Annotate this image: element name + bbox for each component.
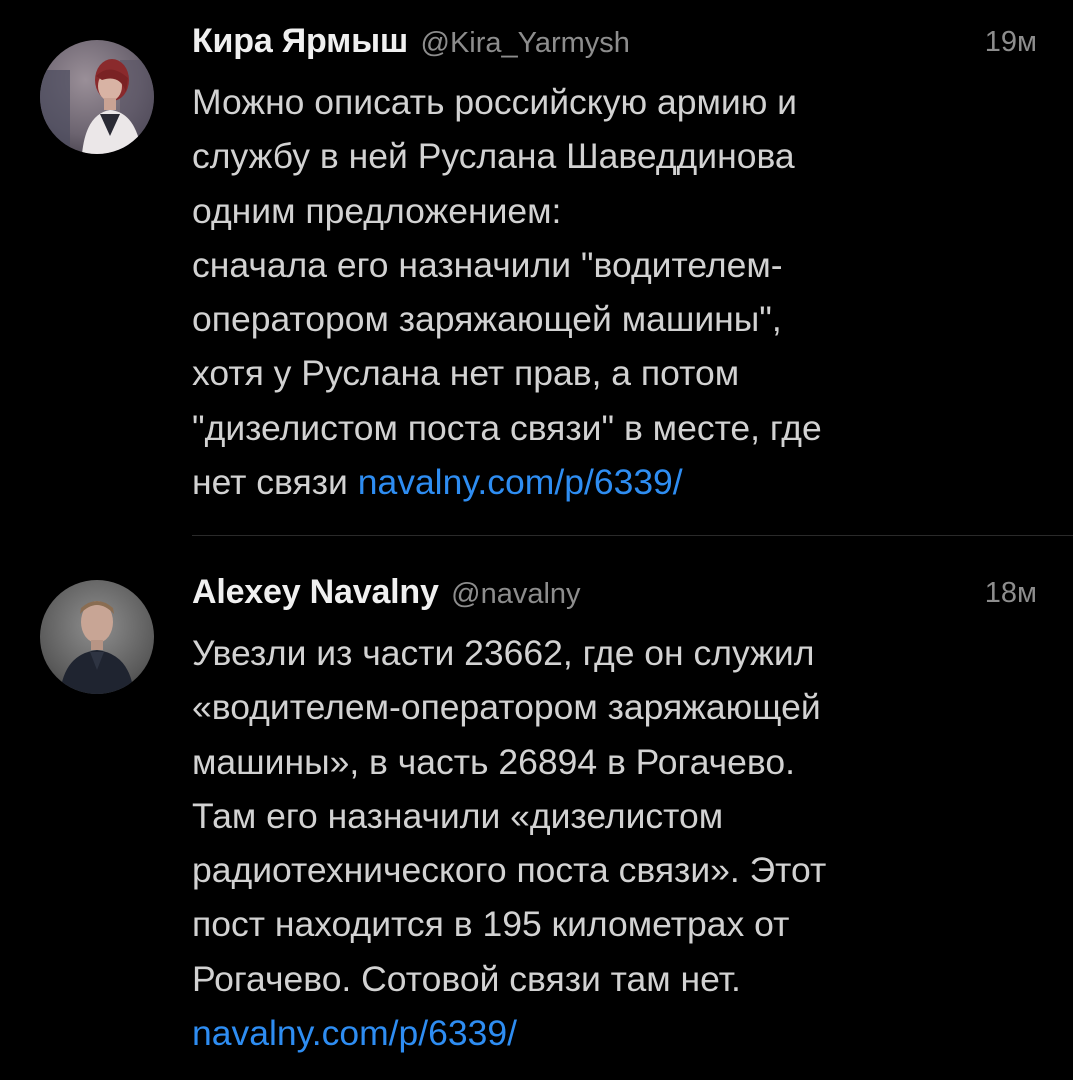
- display-name[interactable]: Кира Ярмыш: [192, 22, 408, 60]
- tweet-text-line: Рогачево. Сотовой связи там нет.: [192, 958, 741, 999]
- tweet-text-line: службу в ней Руслана Шаведдинова: [192, 136, 795, 177]
- user-handle[interactable]: @navalny: [451, 578, 580, 610]
- tweet-text-line: Увезли из части 23662, где он служил: [192, 633, 815, 673]
- tweet-text: Можно описать российскую армию и службу …: [192, 75, 1037, 509]
- tweet-text-line: машины», в часть 26894 в Рогачево.: [192, 741, 795, 782]
- tweet-text-line: оператором заряжающей машины",: [192, 299, 782, 340]
- tweet-text-line: Там его назначили «дизелистом: [192, 795, 724, 836]
- photo-avatar-man-icon: [40, 580, 154, 694]
- tweet-text-line: «водителем-оператором заряжающей: [192, 687, 821, 728]
- tweet-text-line: пост находится в 195 километрах от: [192, 904, 790, 945]
- tweet-text-fragment: нет связи: [192, 462, 358, 503]
- tweet-link[interactable]: navalny.com/p/6339/: [358, 462, 683, 502]
- tweet-text-line: радиотехнического поста связи». Этот: [192, 850, 827, 891]
- tweet-text-line: "дизелистом поста связи" в месте, где: [192, 407, 822, 448]
- timestamp: 19м: [984, 26, 1037, 58]
- tweet-text-line: Можно описать российскую армию и: [192, 82, 798, 122]
- tweet-text-line: сначала его назначили "водителем-: [192, 244, 783, 285]
- tweet-link[interactable]: navalny.com/p/6339/: [192, 1006, 1037, 1060]
- tweet-text: Увезли из части 23662, где он служил «во…: [192, 626, 1037, 1060]
- photo-avatar-woman-icon: [40, 40, 154, 154]
- tweet-text-line: хотя у Руслана нет прав, а потом: [192, 353, 740, 394]
- display-name[interactable]: Alexey Navalny: [192, 573, 439, 611]
- timestamp: 18м: [984, 577, 1037, 609]
- user-handle[interactable]: @Kira_Yarmysh: [421, 27, 630, 59]
- tweet-item[interactable]: Alexey Navalny @navalny 18м Увезли из ча…: [0, 537, 1073, 1080]
- tweet-item[interactable]: Кира Ярмыш @Kira_Yarmysh 19м Можно описа…: [0, 0, 1073, 535]
- tweet-divider: [192, 535, 1073, 536]
- tweet-text-line: нет связи navalny.com/p/6339/: [192, 455, 1037, 509]
- avatar[interactable]: [40, 40, 154, 154]
- tweet-text-line: одним предложением:: [192, 190, 562, 231]
- avatar[interactable]: [40, 580, 154, 694]
